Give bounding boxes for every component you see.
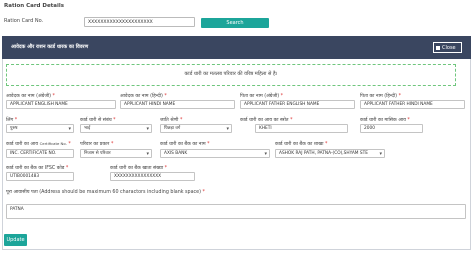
income-cert-input[interactable]: INC. CERTIFICATE NO.	[6, 149, 74, 158]
page-title: Ration Card Details	[4, 3, 65, 9]
applicant-name-en-input[interactable]: APPLICANT ENGLISH NAME	[6, 100, 116, 109]
applicant-name-en-label: आवेदक का नाम (अंग्रेजी) *	[6, 94, 55, 99]
father-name-hi-input[interactable]: APPLICANT FATHER HINDI NAME	[360, 100, 465, 109]
bank-branch-select[interactable]: ASHOK RAJ PATH, PATNA-(CO),SHYAM STE	[275, 149, 385, 158]
family-type-select[interactable]: निजाम से परिवार	[80, 149, 152, 158]
ration-card-label: Ration Card No.	[4, 18, 44, 24]
gender-select[interactable]: पुरुष	[6, 124, 74, 133]
relation-label: कार्ड धारी से संबंध *	[80, 118, 116, 123]
income-cert-label: कार्ड धारी का आय Certificate No. *	[6, 141, 71, 147]
ration-card-input[interactable]: XXXXXXXXXXXXXXXXXXXXX	[84, 17, 195, 27]
gender-label: लिंग *	[6, 118, 18, 123]
monthly-income-input[interactable]: 2000	[360, 124, 423, 133]
account-label: कार्ड धारी का बैंक खाता संख्या *	[110, 166, 168, 171]
close-button[interactable]: Close	[433, 42, 462, 53]
income-source-input[interactable]: KHETI	[255, 124, 348, 133]
panel-title: आवेदक और राशन कार्ड धारक का विवरण	[11, 44, 89, 50]
ifsc-input[interactable]: UTIB0001483	[6, 172, 74, 181]
applicant-name-hi-label: आवेदक का नाम (हिन्दी) *	[120, 94, 167, 99]
search-button[interactable]: Search	[201, 18, 269, 28]
relation-select[interactable]: भाई	[80, 124, 152, 133]
caste-select[interactable]: पिछड़ा वर्ग	[160, 124, 232, 133]
father-name-hi-label: पिता का नाम (हिन्दी) *	[360, 94, 401, 99]
caste-label: जाति श्रेणी *	[160, 118, 183, 123]
update-button[interactable]: Update	[4, 234, 27, 246]
address-label: पूरा आवासीय पता (Address should be maxim…	[6, 190, 205, 195]
bank-name-label: कार्ड धारी का बैंक का नाम *	[160, 142, 210, 147]
address-textarea[interactable]: PATNA	[6, 204, 466, 219]
income-source-label: कार्ड धारी का आय का स्त्रोत *	[240, 118, 293, 123]
father-name-en-input[interactable]: APPLICANT FATHER ENGLISH NAME	[240, 100, 355, 109]
applicant-name-hi-input[interactable]: APPLICANT HINDI NAME	[120, 100, 235, 109]
monthly-income-label: कार्ड धारी का मासिक आय *	[360, 118, 410, 123]
close-label: Close	[442, 45, 456, 51]
close-icon	[436, 45, 440, 50]
family-type-label: परिवार का प्रकार *	[80, 142, 114, 147]
father-name-en-label: पिता का नाम (अंग्रेजी) *	[240, 94, 284, 99]
notice-text: कार्ड धारी का मतलब परिवार की वरिष्ठ महिल…	[184, 71, 278, 77]
account-input[interactable]: XXXXXXXXXXXXXXXX	[110, 172, 195, 181]
ifsc-label: कार्ड धारी का बैंक का IFSC कोड *	[6, 166, 69, 171]
bank-branch-label: कार्ड धारी का बैंक का शाखा *	[275, 142, 328, 147]
bank-name-select[interactable]: AXIS BANK	[160, 149, 270, 158]
